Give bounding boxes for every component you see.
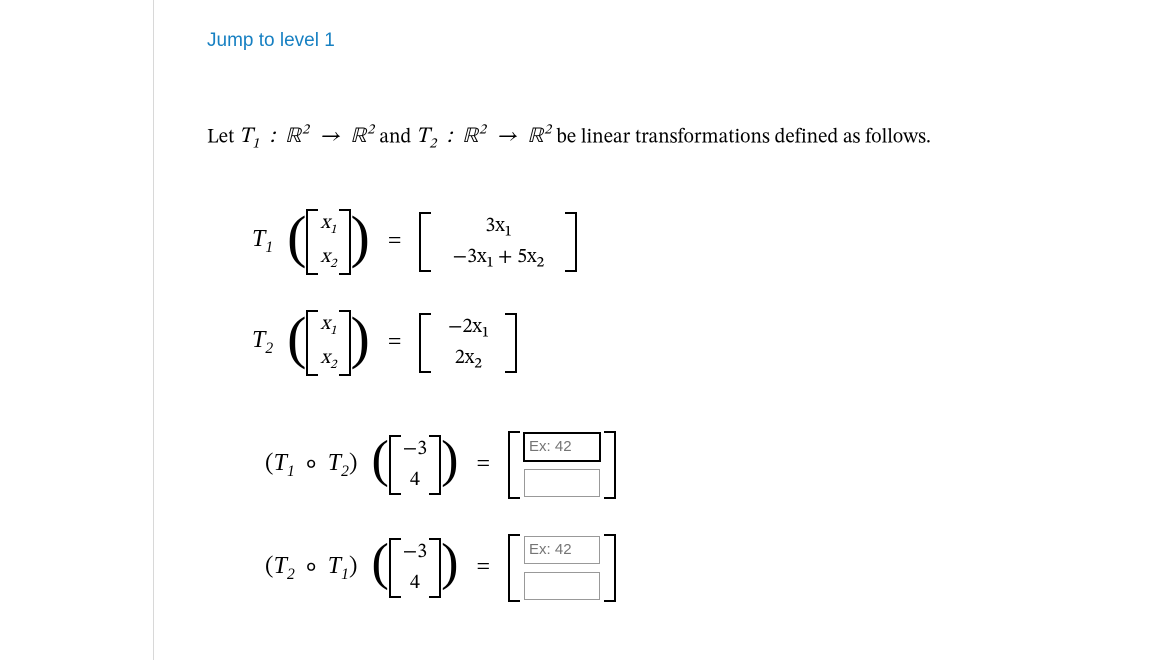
t2-name: T <box>416 126 429 148</box>
input-bottom: 4 <box>410 571 420 596</box>
compose-sym: ∘ <box>306 555 316 579</box>
r-symbol: ℝ <box>528 126 545 148</box>
comp-a: T <box>274 553 287 579</box>
intro-text: and <box>379 127 416 147</box>
t1-compose-t2-problem: (T1 ∘ T2) ( −3 4 ) = <box>265 431 1147 499</box>
comp-b-sub: 2 <box>341 463 349 480</box>
input-top: −3 <box>403 437 427 462</box>
answer-t1t2-row2-input[interactable] <box>524 469 600 497</box>
x-var: x <box>320 348 330 368</box>
x-sub: 2 <box>330 359 336 372</box>
r-symbol: ℝ <box>351 126 368 148</box>
equals-sign: = <box>384 228 406 255</box>
t1-name: T <box>239 126 252 148</box>
sidebar-divider <box>153 0 154 660</box>
arrow: → <box>496 126 517 148</box>
x-sub: 2 <box>330 258 336 271</box>
r-symbol: ℝ <box>285 126 302 148</box>
comp-a-sub: 1 <box>287 463 295 480</box>
t2-out-bottom: 2x₂ <box>455 346 482 371</box>
answer-t2t1-row1-input[interactable] <box>524 536 600 564</box>
t2-compose-t1-problem: (T2 ∘ T1) ( −3 4 ) = <box>265 534 1147 602</box>
t1-name: T <box>252 226 265 252</box>
t2-definition: T2 ( x1 x2 ) = −2x₁ 2x₂ <box>252 310 1147 376</box>
r-symbol: ℝ <box>462 126 479 148</box>
t2-name: T <box>252 327 265 353</box>
jump-to-level-link[interactable]: Jump to level 1 <box>207 30 335 51</box>
intro-text: be linear transformations defined as fol… <box>556 127 931 147</box>
problem-intro: Let T1 : ℝ2 → ℝ2 and T2 : ℝ2 → ℝ2 be lin… <box>207 122 1147 154</box>
intro-text: Let <box>207 127 239 147</box>
x-var: x <box>320 247 330 267</box>
comp-b: T <box>328 450 341 476</box>
x-var: x <box>320 314 330 334</box>
t1-out-top: 3x₁ <box>485 214 511 239</box>
input-top: −3 <box>403 540 427 565</box>
x-sub: 1 <box>330 224 336 237</box>
r-dim: 2 <box>302 124 309 138</box>
r-dim: 2 <box>544 124 551 138</box>
answer-t1t2-row1-input[interactable] <box>524 433 600 461</box>
input-bottom: 4 <box>410 468 420 493</box>
comp-a-sub: 2 <box>287 566 295 583</box>
r-dim: 2 <box>367 124 374 138</box>
t1-out-bottom: −3x₁ + 5x₂ <box>453 245 544 270</box>
r-dim: 2 <box>479 124 486 138</box>
t2-subscript: 2 <box>265 340 273 357</box>
arrow: → <box>319 126 340 148</box>
comp-b-sub: 1 <box>341 566 349 583</box>
t1-subscript: 1 <box>265 239 273 256</box>
equals-sign: = <box>384 329 406 356</box>
comp-a: T <box>274 450 287 476</box>
x-sub: 1 <box>330 325 336 338</box>
t2-subscript: 2 <box>429 138 436 152</box>
equals-sign: = <box>472 554 494 581</box>
equals-sign: = <box>472 451 494 478</box>
t1-subscript: 1 <box>252 138 259 152</box>
comp-b: T <box>328 553 341 579</box>
t2-out-top: −2x₁ <box>448 315 489 340</box>
answer-t2t1-row2-input[interactable] <box>524 572 600 600</box>
x-var: x <box>320 213 330 233</box>
compose-sym: ∘ <box>306 452 316 476</box>
t1-definition: T1 ( x1 x2 ) = 3x₁ −3x₁ + 5x₂ <box>252 209 1147 275</box>
